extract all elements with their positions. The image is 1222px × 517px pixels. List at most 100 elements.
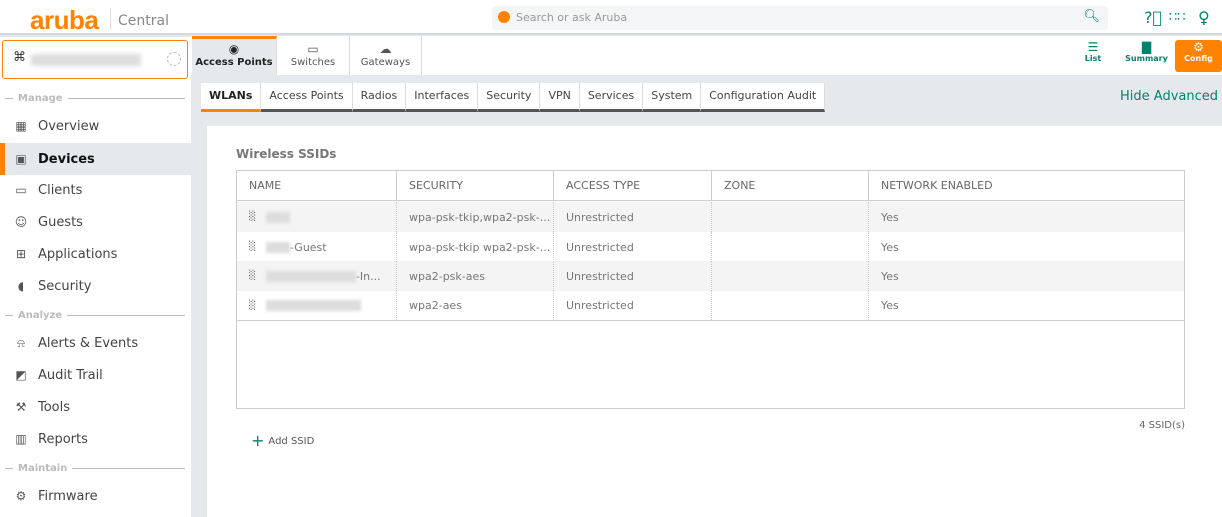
sidebar-item-clients[interactable]: ▭ Clients xyxy=(0,174,191,206)
sidebar-item-reports[interactable]: ▥ Reports xyxy=(0,423,191,455)
name-cell: ░ -In... xyxy=(237,261,397,291)
gateway-icon: ☁ xyxy=(379,42,392,56)
table-row[interactable]: ░ -In... wpa2-psk-aes Unrestricted Yes xyxy=(237,261,1184,291)
audit-icon: ◩ xyxy=(15,368,27,382)
sidebar-item-devices[interactable]: ▣ Devices xyxy=(0,143,191,175)
divider xyxy=(110,8,111,30)
security-cell: wpa-psk-tkip,wpa2-psk-... xyxy=(397,202,554,232)
name-cell: ░ xyxy=(237,202,397,232)
add-ssid-button[interactable]: + Add SSID xyxy=(251,431,314,450)
ssid-name: -In... xyxy=(355,269,381,283)
subtab-system[interactable]: System xyxy=(643,83,702,112)
config-subtabs: WLANs Access Points Radios Interfaces Se… xyxy=(201,83,826,112)
subtab-interfaces[interactable]: Interfaces xyxy=(406,83,479,112)
help-icon[interactable]: ?⃝ xyxy=(1144,8,1162,27)
tab-switches[interactable]: ▭ Switches xyxy=(277,36,350,75)
aruba-search-icon xyxy=(498,11,510,23)
table-row[interactable]: ░ -Guest wpa-psk-tkip wpa2-psk-... Unrest… xyxy=(237,232,1184,262)
label: Switches xyxy=(290,57,336,68)
section-maintain: Maintain xyxy=(5,463,185,474)
subtab-wlans[interactable]: WLANs xyxy=(201,83,262,112)
hide-advanced-link[interactable]: Hide Advanced xyxy=(1120,89,1218,104)
zone-cell xyxy=(712,232,869,262)
enabled-cell: Yes xyxy=(881,210,899,224)
subtab-services[interactable]: Services xyxy=(579,83,644,112)
label: Config xyxy=(1184,54,1213,63)
bell-icon: ⍾ xyxy=(17,335,25,350)
sidebar-item-security[interactable]: ◖ Security xyxy=(0,270,191,302)
redacted xyxy=(265,241,290,253)
label: Add SSID xyxy=(268,436,315,447)
apps-icon[interactable]: ∷∷ xyxy=(1169,10,1186,25)
subtab-access-points[interactable]: Access Points xyxy=(261,83,353,112)
col-access-type[interactable]: ACCESS TYPE xyxy=(554,171,712,200)
security-cell: wpa2-aes xyxy=(397,291,554,320)
sidebar-item-guests[interactable]: ☺ Guests xyxy=(0,206,191,238)
redacted xyxy=(265,211,290,223)
tab-gateways[interactable]: ☁ Gateways xyxy=(350,36,422,75)
table-row[interactable]: ░ wpa2-aes Unrestricted Yes xyxy=(237,291,1184,321)
view-list-button[interactable]: ☰ List xyxy=(1075,40,1111,72)
sidebar-item-firmware[interactable]: ⚙ Firmware xyxy=(0,480,191,512)
col-network-enabled[interactable]: NETWORK ENABLED xyxy=(869,171,1184,200)
drag-handle-icon[interactable]: ░ xyxy=(249,212,256,222)
switch-icon: ▭ xyxy=(307,42,319,56)
subtab-configuration-audit[interactable]: Configuration Audit xyxy=(701,83,826,112)
drag-handle-icon[interactable]: ░ xyxy=(249,242,256,252)
col-name[interactable]: NAME xyxy=(237,171,397,200)
search-placeholder: Search or ask Aruba xyxy=(516,11,628,24)
sidebar-item-tools[interactable]: ⚒ Tools xyxy=(0,391,191,423)
label: Firmware xyxy=(38,488,98,504)
table-header: NAME SECURITY ACCESS TYPE ZONE NETWORK E… xyxy=(237,171,1184,201)
devices-icon: ▣ xyxy=(15,152,27,166)
label: Overview xyxy=(38,118,100,134)
aruba-logo[interactable]: aruba xyxy=(30,5,99,36)
enabled-cell: Yes xyxy=(881,269,899,283)
label: Security xyxy=(38,278,92,294)
subtab-vpn[interactable]: VPN xyxy=(540,83,580,112)
label: List xyxy=(1084,54,1102,63)
user-icon[interactable]: ♀ xyxy=(1198,8,1210,27)
sidebar-item-audit-trail[interactable]: ◩ Audit Trail xyxy=(0,359,191,391)
section-manage: Manage xyxy=(5,93,185,104)
search-icon[interactable]: 🔍︎ xyxy=(1083,9,1100,24)
ssid-name: -Guest xyxy=(289,240,327,254)
zone-cell xyxy=(712,291,869,320)
gear-icon: ⚙ xyxy=(1193,40,1204,54)
label: Tools xyxy=(38,399,71,415)
view-summary-button[interactable]: ▇ Summary xyxy=(1119,40,1174,72)
context-name-redacted xyxy=(31,54,141,66)
table-row[interactable]: ░ wpa-psk-tkip,wpa2-psk-... Unrestricted… xyxy=(237,202,1184,232)
card-title: Wireless SSIDs xyxy=(236,147,337,161)
view-config-button[interactable]: ⚙ Config xyxy=(1175,40,1222,72)
access-cell: Unrestricted xyxy=(554,261,712,291)
plus-icon: + xyxy=(251,431,265,450)
ssid-count: 4 SSID(s) xyxy=(1139,420,1185,431)
loading-icon xyxy=(167,52,181,66)
sidebar-item-overview[interactable]: ▦ Overview xyxy=(0,110,191,142)
subtab-radios[interactable]: Radios xyxy=(352,83,407,112)
access-point-icon: ◉ xyxy=(228,42,240,56)
context-selector[interactable]: ⌘ xyxy=(2,40,188,79)
tab-access-points[interactable]: ◉ Access Points xyxy=(192,36,277,75)
sidebar-item-alerts[interactable]: ⍾ Alerts & Events xyxy=(0,327,191,359)
sidebar-item-applications[interactable]: ⊞ Applications xyxy=(0,238,191,270)
zone-cell xyxy=(712,261,869,291)
subtab-security[interactable]: Security xyxy=(478,83,541,112)
col-security[interactable]: SECURITY xyxy=(397,171,554,200)
drag-handle-icon[interactable]: ░ xyxy=(249,301,256,311)
search-input[interactable]: Search or ask Aruba 🔍︎ xyxy=(492,6,1108,30)
top-header: aruba Central Search or ask Aruba 🔍︎ ?⃝ … xyxy=(0,0,1222,35)
drag-handle-icon[interactable]: ░ xyxy=(249,271,256,281)
security-cell: wpa-psk-tkip wpa2-psk-... xyxy=(397,232,554,262)
label: Summary xyxy=(1125,54,1168,63)
col-zone[interactable]: ZONE xyxy=(712,171,869,200)
device-type-bar: ◉ Access Points ▭ Switches ☁ Gateways ☰ List… xyxy=(191,36,1222,75)
zone-cell xyxy=(712,202,869,232)
label: Audit Trail xyxy=(38,367,103,383)
name-cell: ░ -Guest xyxy=(237,232,397,262)
name-cell: ░ xyxy=(237,291,397,320)
grid-icon: ▦ xyxy=(15,119,27,133)
shield-icon: ◖ xyxy=(17,279,25,293)
chip-icon: ⚙ xyxy=(15,489,27,503)
